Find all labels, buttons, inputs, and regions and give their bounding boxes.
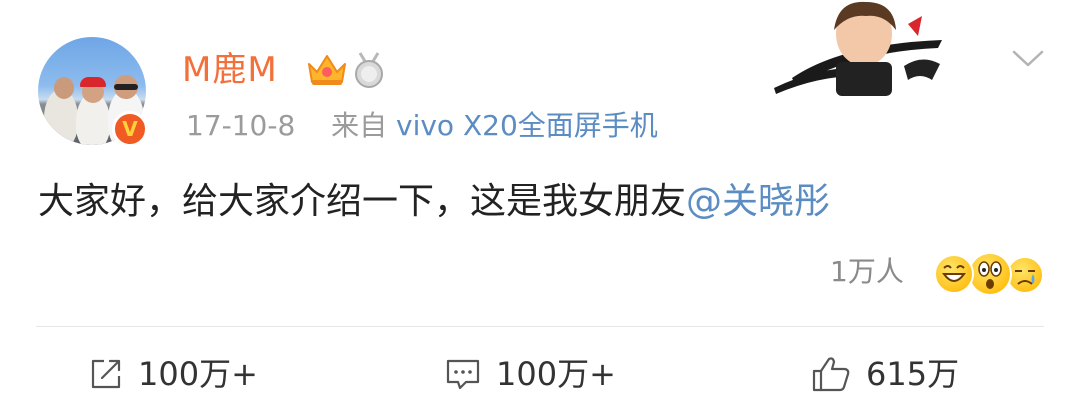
comment-icon	[446, 359, 480, 390]
like-button[interactable]: 615万	[810, 350, 959, 398]
source-prefix: 来自	[331, 109, 388, 142]
thumbs-up-icon	[812, 357, 850, 392]
post-date: 17-10-8	[186, 109, 296, 142]
post-meta: 17-10-8 来自 vivo X20全面屏手机	[186, 106, 658, 146]
comment-count: 100万+	[496, 355, 616, 393]
like-count: 615万	[866, 355, 960, 393]
chevron-down-icon[interactable]	[1010, 46, 1046, 70]
reaction-count[interactable]: 1万人	[830, 252, 904, 292]
mention-link[interactable]: @关晓彤	[686, 181, 830, 222]
verified-badge-icon: V	[112, 111, 148, 147]
medal-badge-icon[interactable]	[350, 51, 388, 89]
decorative-banner-image	[774, 1, 942, 96]
comment-button[interactable]: 100万+	[444, 350, 616, 398]
repost-button[interactable]: 100万+	[88, 350, 258, 398]
share-icon	[91, 359, 121, 389]
divider	[36, 326, 1044, 327]
repost-count: 100万+	[138, 355, 258, 393]
post-text: 大家好，给大家介绍一下，这是我女朋友@关晓彤	[38, 176, 830, 228]
laugh-emoji-icon	[934, 254, 974, 294]
surprised-emoji-icon	[968, 252, 1012, 296]
username[interactable]: M鹿M	[182, 46, 278, 94]
crown-badge-icon[interactable]	[305, 52, 349, 88]
post-body: 大家好，给大家介绍一下，这是我女朋友	[38, 181, 687, 222]
source-link[interactable]: vivo X20全面屏手机	[396, 109, 658, 142]
reaction-emojis[interactable]	[934, 252, 1046, 296]
